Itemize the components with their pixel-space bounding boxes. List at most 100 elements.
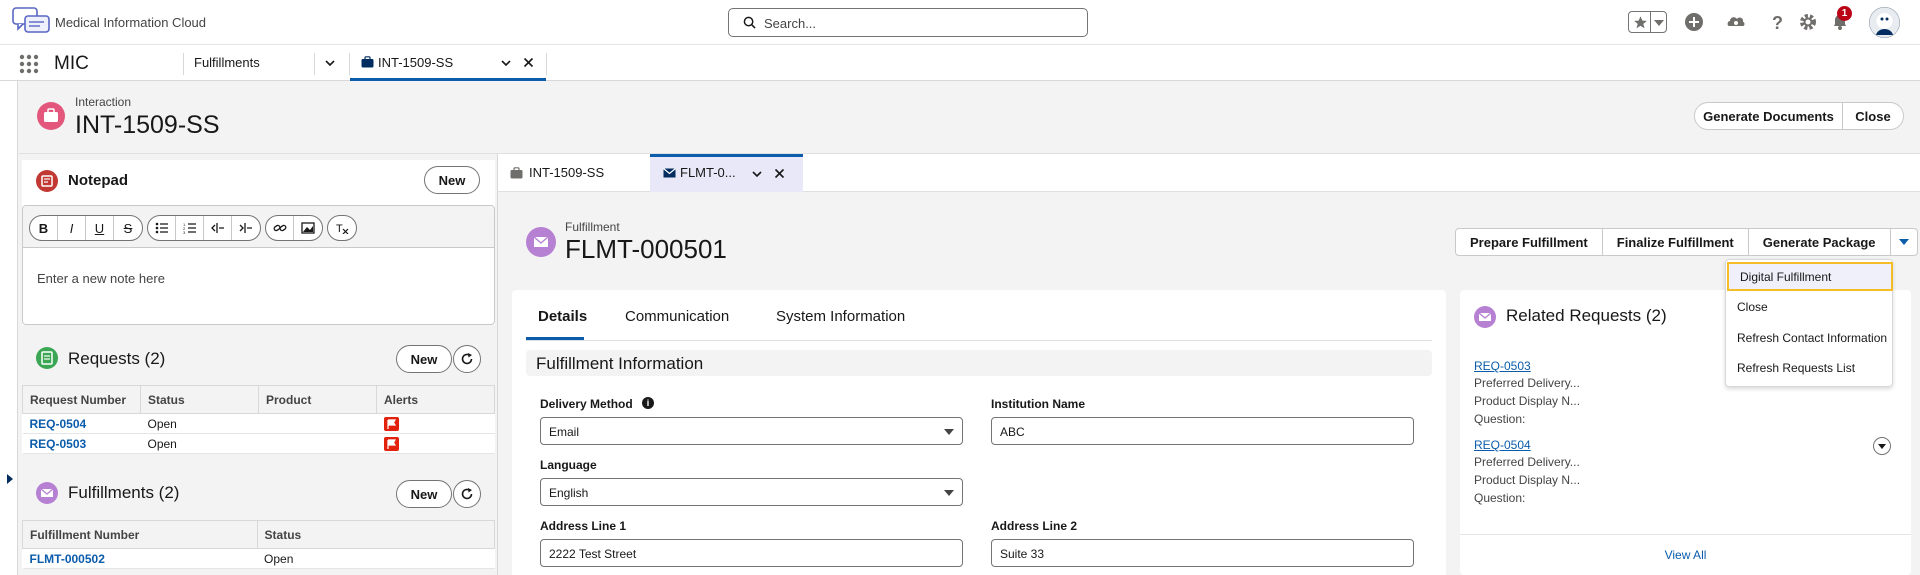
close-button[interactable]: Close <box>1842 102 1904 130</box>
note-editor[interactable]: B I U S 123 T Enter a new note here <box>22 205 495 325</box>
column-header[interactable]: Request Number <box>22 385 141 414</box>
column-header[interactable]: Alerts <box>376 385 495 414</box>
app-logo-icon[interactable] <box>12 6 52 38</box>
nav-item-fulfillments[interactable]: Fulfillments <box>194 55 260 70</box>
fulfillments-refresh-button[interactable] <box>453 480 481 508</box>
bulleted-list-icon[interactable] <box>148 216 176 240</box>
request-number-link[interactable]: REQ-0504 <box>22 413 141 434</box>
requests-refresh-button[interactable] <box>453 345 481 373</box>
favorites-button[interactable] <box>1628 11 1667 33</box>
subtab-fulfillment[interactable]: FLMT-0... <box>650 154 803 192</box>
refresh-icon <box>461 353 473 365</box>
numbered-list-icon[interactable]: 123 <box>176 216 204 240</box>
address-line-1-field[interactable]: 2222 Test Street <box>540 539 963 567</box>
prepare-fulfillment-button[interactable]: Prepare Fulfillment <box>1456 229 1603 255</box>
address-line-2-label: Address Line 2 <box>991 519 1078 533</box>
language-select[interactable]: English <box>540 478 963 506</box>
address-line-2-value: Suite 33 <box>1000 547 1045 561</box>
related-request-field: Product Display N... <box>1474 394 1581 408</box>
page-header-kind: Interaction <box>75 95 132 109</box>
italic-button[interactable]: I <box>58 216 86 240</box>
expand-drawer-icon[interactable] <box>7 474 13 484</box>
nav-tab-interaction[interactable]: INT-1509-SS <box>350 45 546 81</box>
alert-flag-icon[interactable] <box>383 416 399 431</box>
nav-fulfillments-chevron-icon[interactable] <box>324 57 336 69</box>
tab-system-information[interactable]: System Information <box>776 308 905 325</box>
clear-format-group: T <box>327 215 357 241</box>
request-status: Open <box>140 413 259 434</box>
tab-details[interactable]: Details <box>538 308 587 325</box>
chevron-down-icon[interactable] <box>751 168 763 180</box>
svg-text:?: ? <box>1772 13 1783 32</box>
outdent-icon[interactable] <box>204 216 232 240</box>
section-fulfillment-information[interactable]: Fulfillment Information <box>526 350 1432 376</box>
related-request-field: Question: <box>1474 491 1526 505</box>
menu-item-refresh-contact-information[interactable]: Refresh Contact Information <box>1726 323 1894 353</box>
finalize-fulfillment-button[interactable]: Finalize Fulfillment <box>1603 229 1749 255</box>
chevron-down-icon[interactable] <box>500 57 512 69</box>
request-product <box>258 433 377 454</box>
search-placeholder: Search... <box>764 16 817 31</box>
app-launcher-icon[interactable] <box>19 54 39 74</box>
app-navigation-bar: MIC Fulfillments INT-1509-SS <box>0 45 1920 81</box>
table-header-row: Fulfillment Number Status <box>22 520 496 549</box>
requests-new-button[interactable]: New <box>396 345 452 373</box>
column-header[interactable]: Fulfillment Number <box>22 520 258 549</box>
gear-icon[interactable] <box>1798 12 1820 34</box>
image-icon[interactable] <box>294 216 322 240</box>
clear-formatting-icon[interactable]: T <box>328 216 356 240</box>
svg-text:3: 3 <box>183 230 186 234</box>
institution-name-field[interactable]: ABC <box>991 417 1414 445</box>
address-line-2-field[interactable]: Suite 33 <box>991 539 1414 567</box>
notepad-new-button[interactable]: New <box>424 166 480 194</box>
underline-button[interactable]: U <box>86 216 114 240</box>
fulfillments-new-button[interactable]: New <box>396 480 452 508</box>
delivery-method-select[interactable]: Email <box>540 417 963 445</box>
indent-icon[interactable] <box>232 216 260 240</box>
fulfillment-status: Open <box>257 548 495 569</box>
close-tab-icon[interactable] <box>523 57 534 68</box>
menu-item-close[interactable]: Close <box>1726 292 1894 322</box>
close-subtab-icon[interactable] <box>774 168 785 179</box>
view-all-link[interactable]: View All <box>1460 534 1911 575</box>
fulfillments-icon <box>36 482 58 504</box>
generate-package-button[interactable]: Generate Package <box>1749 229 1891 255</box>
column-header[interactable]: Status <box>140 385 259 414</box>
help-icon[interactable]: ? <box>1767 12 1789 34</box>
subtab-label: FLMT-0... <box>680 165 736 180</box>
avatar[interactable] <box>1869 7 1900 38</box>
astro-avatar-icon <box>1869 7 1900 38</box>
generate-documents-button[interactable]: Generate Documents <box>1694 102 1843 130</box>
language-label: Language <box>540 458 597 472</box>
chevron-down-icon <box>944 490 954 496</box>
setup-assistant-icon[interactable] <box>1726 12 1748 34</box>
global-search-input[interactable]: Search... <box>728 8 1088 37</box>
related-request-field: Product Display N... <box>1474 473 1581 487</box>
column-header[interactable]: Status <box>256 520 496 549</box>
tab-communication[interactable]: Communication <box>625 308 729 325</box>
more-actions-menu: Digital Fulfillment Close Refresh Contac… <box>1725 259 1893 387</box>
strikethrough-button[interactable]: S <box>114 216 142 240</box>
info-icon[interactable]: i <box>642 397 654 409</box>
more-actions-button[interactable] <box>1891 229 1917 255</box>
related-request-link[interactable]: REQ-0504 <box>1474 438 1531 452</box>
notepad-title: Notepad <box>68 172 128 189</box>
related-request-field: Preferred Delivery... <box>1474 376 1580 390</box>
menu-item-digital-fulfillment[interactable]: Digital Fulfillment <box>1727 262 1893 291</box>
row-actions-button[interactable] <box>1873 437 1891 455</box>
nav-tab-label: INT-1509-SS <box>378 55 454 70</box>
link-icon[interactable] <box>266 216 294 240</box>
fulfillment-number-link[interactable]: FLMT-000502 <box>22 548 258 569</box>
chevron-down-icon <box>1898 239 1909 245</box>
add-icon[interactable] <box>1684 12 1706 34</box>
request-number-link[interactable]: REQ-0503 <box>22 433 141 454</box>
column-header[interactable]: Product <box>258 385 377 414</box>
menu-item-refresh-requests-list[interactable]: Refresh Requests List <box>1726 353 1894 383</box>
subtab-interaction[interactable]: INT-1509-SS <box>510 165 604 180</box>
bold-button[interactable]: B <box>30 216 58 240</box>
alert-flag-icon[interactable] <box>383 436 399 451</box>
related-request-link[interactable]: REQ-0503 <box>1474 359 1531 373</box>
record-workspace: INT-1509-SS FLMT-0... Fulfillment FLMT-0… <box>497 154 1920 575</box>
chevron-down-icon <box>1654 20 1664 26</box>
address-line-1-value: 2222 Test Street <box>549 547 637 561</box>
